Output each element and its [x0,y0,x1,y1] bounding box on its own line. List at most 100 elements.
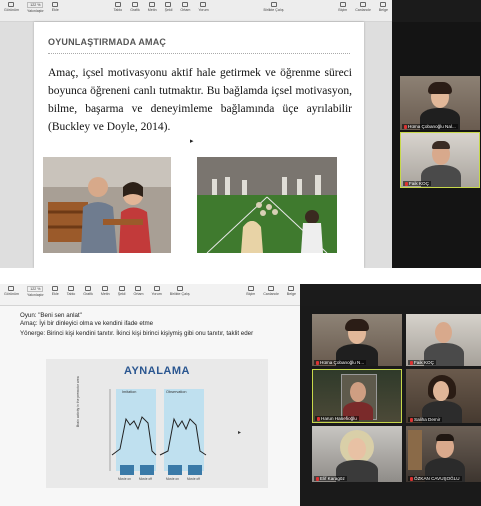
collaborate-icon [270,2,277,7]
teacher-students-photo [43,157,171,253]
table-icon [114,2,121,7]
slide[interactable]: OYUNLAŞTIRMADA AMAÇ Amaç, içsel motivasy… [34,22,364,268]
media-icon [182,2,189,7]
collaborate-icon [176,286,183,291]
zoom-control[interactable]: 122 % Yakınlaştır [27,286,44,298]
toolbar-text-button[interactable]: Metin [148,2,157,12]
imitation-label: Imitation [122,390,137,394]
view-menu[interactable]: Görünüm [4,2,19,12]
slide-notes-text: Oyun: "Beni sen anlat" Amaç: İyi bir din… [20,312,290,338]
zoom-control[interactable]: 122 % Yakınlaştır [27,2,44,14]
animate-icon [359,2,366,7]
toolbar-comment-button[interactable]: Yorum [151,286,162,296]
toolbar-comment-button[interactable]: Yorum [198,2,209,12]
shape-icon [165,2,172,7]
toolbar-add-button[interactable]: Ekle [52,2,59,12]
shape-icon [118,286,125,291]
participant-tile-6[interactable]: ÖZKAN CAVUŞOĞLU [406,426,481,482]
toolbar-shape-button[interactable]: Şekil [165,2,172,12]
zoom-participant-gallery: Hüma Çobanoğlu Nal... Faik KOÇ [392,22,481,268]
mic-muted-icon [410,417,413,422]
mic-muted-icon [404,124,407,129]
participant-tile-2[interactable]: Faik KOÇ [406,314,481,366]
toolbar-media-button[interactable]: Ortam [180,2,190,12]
text-icon [102,286,109,291]
mic-muted-icon [410,360,413,365]
participant-tile-1[interactable]: Hüma Çobanoğlu N... [312,314,402,366]
screenshot-1-keynote-zoom: Görünüm 122 % Yakınlaştır Ekle Tablo Graf… [0,0,481,268]
toolbar-document-button[interactable]: Belge [287,286,296,296]
format-icon [247,286,254,291]
document-icon [380,2,387,7]
toolbar-shape-button[interactable]: Şekil [118,286,125,296]
keynote-toolbar: Görünüm 122 % Yakınlaştır Ekle Tablo Graf… [0,0,392,22]
participant-tile-5[interactable]: Elif Karagöz [312,426,402,482]
animate-icon [268,286,274,291]
y-axis-label: Brain activity in the premotor area [76,376,80,427]
media-icon [135,286,142,291]
chart-icon [131,2,138,7]
toolbar-document-button[interactable]: Belge [379,2,388,12]
toolbar-format-button[interactable]: Biçim [338,2,347,12]
comment-icon [153,286,160,291]
toolbar-animate-button[interactable]: Canlandır [355,2,371,12]
toolbar-chart-button[interactable]: Grafik [83,286,93,296]
table-icon [68,286,74,291]
game-name-line: Oyun: "Beni sen anlat" [20,312,82,319]
stimulus-label-3: Movie on [166,477,179,481]
mic-muted-icon [316,476,319,481]
mic-muted-icon [316,360,319,365]
add-icon [52,286,59,291]
mic-muted-icon [317,416,320,421]
toolbar-format-button[interactable]: Biçim [246,286,255,296]
format-icon [339,2,346,7]
slide-title: OYUNLAŞTIRMADA AMAÇ [48,37,167,47]
toolbar-media-button[interactable]: Ortam [133,286,143,296]
participant-name: Harun Hanefioğlu [315,416,359,421]
mic-muted-icon [405,181,408,186]
photo-a-illustration [43,157,171,253]
view-menu[interactable]: Görünüm [4,286,19,296]
add-icon [52,2,59,7]
observation-label: Observation [166,390,187,394]
toolbar-collaborate-button[interactable]: Birlikte Çalış [264,2,284,12]
participant-tile-3-active-speaker[interactable]: Harun Hanefioğlu [312,369,402,423]
toolbar-add-button[interactable]: Ekle [52,286,59,296]
participant-name: ÖZKAN CAVUŞOĞLU [408,476,462,481]
zoom-participant-gallery: Hüma Çobanoğlu N... Faik KOÇ Harun Hanef… [300,306,481,506]
participant-name: Hüma Çobanoğlu N... [314,360,367,365]
children-outdoor-game-photo [197,157,337,253]
instruction-line: Yönerge: Birinci kişi kendini tanıtır. İ… [20,330,254,337]
slide-body-text: Amaç, içsel motivasyonu aktif hale getir… [48,67,352,133]
view-icon [8,2,15,7]
participant-name: Saliha Demir [408,417,443,422]
toolbar-text-button[interactable]: Metin [101,286,110,296]
mouse-cursor-icon: ▸ [190,138,194,145]
keynote-toolbar: Görünüm 122 % Yakınlaştır Ekle Tablo Graf… [0,284,300,306]
title-divider [48,53,350,54]
stimulus-label-2: Movie off [139,477,152,481]
mirroring-slide[interactable]: AYNALAMA Imitation Observation Brain act… [46,359,268,488]
comment-icon [200,2,207,7]
toolbar-table-button[interactable]: Tablo [67,286,75,296]
toolbar-table-button[interactable]: Tablo [114,2,122,12]
participant-name: Elif Karagöz [314,476,347,481]
document-icon [288,286,295,291]
stimulus-label-1: Movie on [118,477,131,481]
toolbar-animate-button[interactable]: Canlandır [263,286,279,296]
participant-name: Hüma Çobanoğlu Nal... [402,124,458,129]
text-icon [149,2,156,7]
participant-tile-4[interactable]: Saliha Demir [406,369,481,423]
view-icon [8,286,15,291]
participant-tile-1[interactable]: Hüma Çobanoğlu Nal... [400,76,480,130]
chart-icon [85,286,92,291]
mic-muted-icon [410,476,413,481]
participant-name: Faik KOÇ [408,360,436,365]
toolbar-collaborate-button[interactable]: Birlikte Çalış [170,286,190,296]
stimulus-label-4: Movie off [187,477,200,481]
toolbar-chart-button[interactable]: Grafik [130,2,140,12]
goal-line: Amaç: İyi bir dinleyici olma ve kendini … [20,320,154,327]
photo-b-illustration [197,157,337,253]
mouse-cursor-icon: ▸ [238,430,242,436]
participant-tile-2-active-speaker[interactable]: Faik KOÇ [400,132,480,188]
